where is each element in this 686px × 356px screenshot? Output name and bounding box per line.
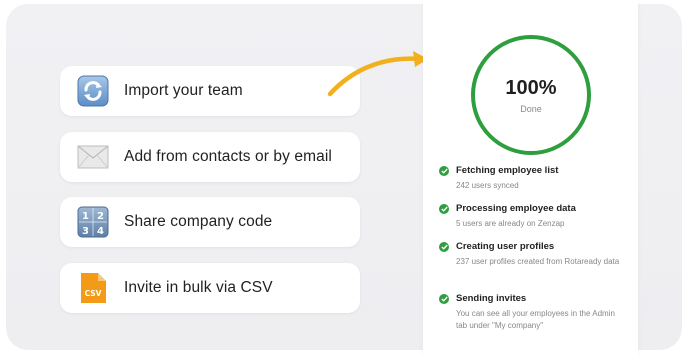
csv-file-icon: CSV	[77, 272, 109, 304]
svg-text:2: 2	[97, 211, 104, 222]
step-detail: 237 user profiles created from Rotaready…	[456, 257, 620, 266]
import-progress-card: 100% Done Fetching employee list 242 use…	[423, 0, 638, 356]
step-detail: 242 users synced	[456, 181, 519, 190]
svg-text:3: 3	[82, 226, 89, 237]
csv-icon-text: CSV	[85, 289, 102, 298]
svg-text:4: 4	[97, 226, 104, 237]
step-title: Fetching employee list	[456, 165, 559, 176]
progress-ring: 100% Done	[471, 35, 591, 155]
sync-icon	[77, 75, 109, 107]
share-code-option[interactable]: 1 2 3 4 Share company code	[60, 197, 360, 247]
csv-invite-label: Invite in bulk via CSV	[124, 279, 273, 296]
check-icon	[439, 294, 449, 304]
import-team-label: Import your team	[124, 82, 243, 99]
progress-percent: 100%	[505, 76, 557, 99]
check-icon	[439, 166, 449, 176]
step-detail: You can see all your employees in the Ad…	[456, 309, 615, 330]
add-contacts-option[interactable]: Add from contacts or by email	[60, 132, 360, 182]
csv-invite-option[interactable]: CSV Invite in bulk via CSV	[60, 263, 360, 313]
check-icon	[439, 242, 449, 252]
step-title: Processing employee data	[456, 203, 576, 214]
step-detail: 5 users are already on Zenzap	[456, 219, 565, 228]
number-keypad-icon: 1 2 3 4	[77, 206, 109, 238]
add-contacts-label: Add from contacts or by email	[124, 148, 332, 165]
envelope-icon	[77, 141, 109, 173]
svg-text:1: 1	[82, 211, 89, 222]
check-icon	[439, 204, 449, 214]
step-title: Creating user profiles	[456, 241, 555, 252]
share-code-label: Share company code	[124, 213, 273, 230]
progress-status: Done	[520, 103, 542, 114]
curved-arrow-icon	[327, 51, 428, 97]
import-team-option[interactable]: Import your team	[60, 66, 360, 116]
step-title: Sending invites	[456, 293, 527, 304]
